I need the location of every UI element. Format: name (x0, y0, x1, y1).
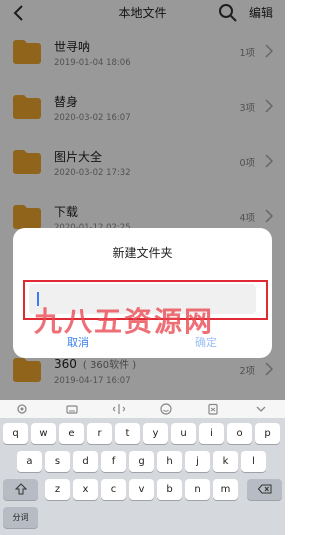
clipboard-icon[interactable] (207, 403, 219, 415)
key-o[interactable]: o (227, 423, 252, 444)
key-t[interactable]: t (115, 423, 140, 444)
key-n[interactable]: n (185, 479, 210, 500)
key-h[interactable]: h (157, 451, 182, 472)
key-y[interactable]: y (143, 423, 168, 444)
keyboard-toolbar (0, 400, 285, 418)
key-u[interactable]: u (171, 423, 196, 444)
key-c[interactable]: c (101, 479, 126, 500)
key-q[interactable]: q (3, 423, 28, 444)
key-d[interactable]: d (73, 451, 98, 472)
emoji-icon[interactable] (160, 403, 172, 415)
key-p[interactable]: p (255, 423, 280, 444)
soft-keyboard: q w e r t y u i o p a s d f g h j k l z … (0, 400, 285, 535)
backspace-key[interactable] (247, 479, 282, 500)
split-key[interactable]: 分词 (3, 507, 38, 528)
backspace-icon (257, 484, 271, 494)
key-i[interactable]: i (199, 423, 224, 444)
shift-key[interactable] (3, 479, 38, 500)
key-f[interactable]: f (101, 451, 126, 472)
key-e[interactable]: e (59, 423, 84, 444)
collapse-keyboard-icon[interactable] (255, 403, 267, 415)
gear-icon[interactable] (16, 403, 28, 415)
key-s[interactable]: s (45, 451, 70, 472)
key-v[interactable]: v (129, 479, 154, 500)
key-k[interactable]: k (213, 451, 238, 472)
key-g[interactable]: g (129, 451, 154, 472)
dialog-title: 新建文件夹 (112, 246, 173, 260)
key-r[interactable]: r (87, 423, 112, 444)
key-m[interactable]: m (213, 479, 238, 500)
key-l[interactable]: l (241, 451, 266, 472)
keyboard-icon[interactable] (66, 403, 78, 415)
cursor-move-icon[interactable] (113, 403, 125, 415)
watermark-text: 九八五资源网 (34, 305, 215, 338)
key-j[interactable]: j (185, 451, 210, 472)
shift-arrow-icon (14, 483, 27, 495)
key-x[interactable]: x (73, 479, 98, 500)
key-a[interactable]: a (17, 451, 42, 472)
key-z[interactable]: z (45, 479, 70, 500)
key-w[interactable]: w (31, 423, 56, 444)
key-b[interactable]: b (157, 479, 182, 500)
